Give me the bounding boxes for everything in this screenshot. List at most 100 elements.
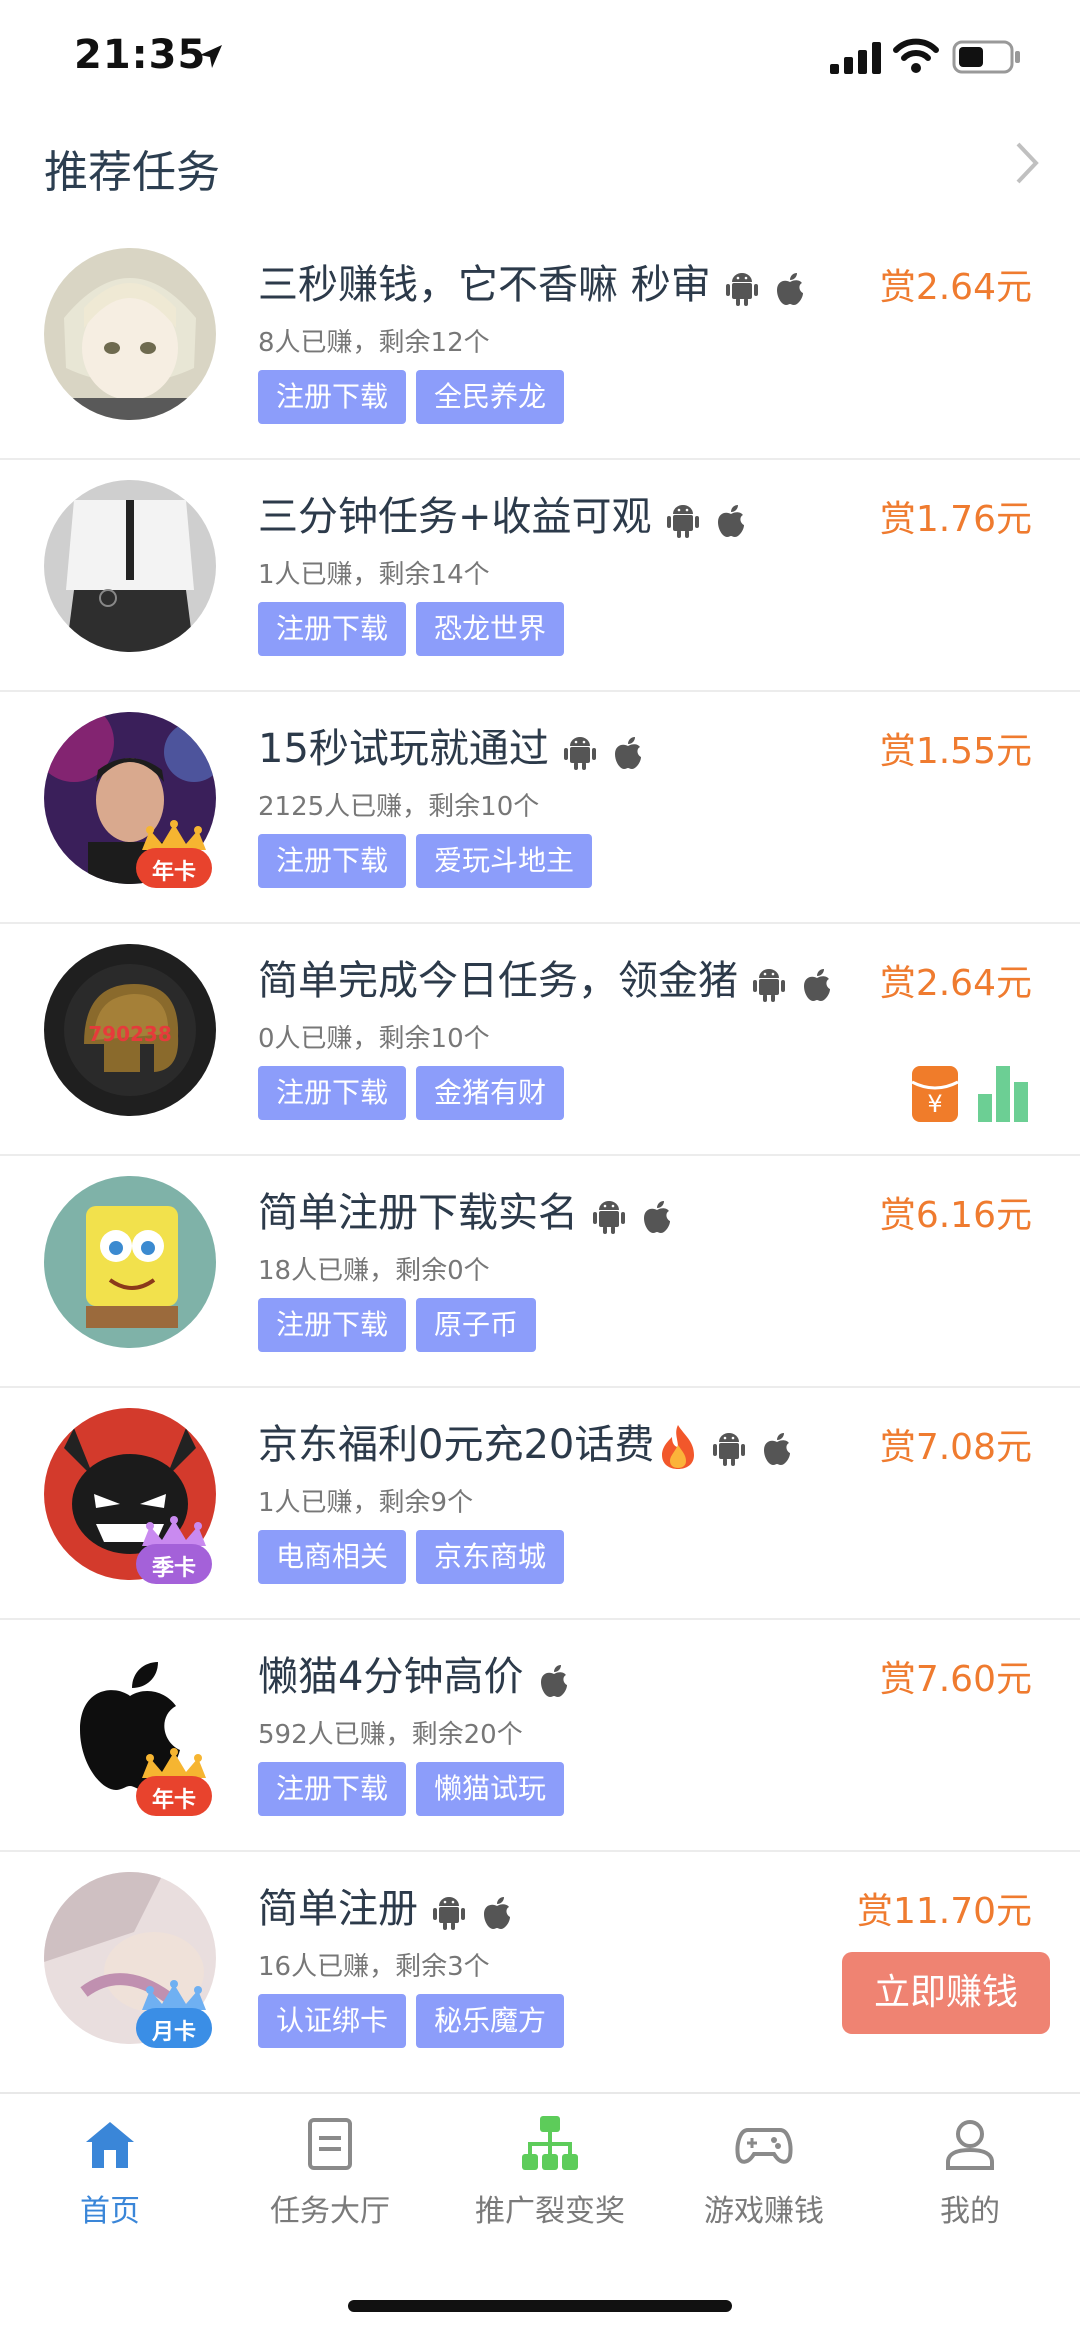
network-icon: [522, 2116, 578, 2170]
platform-icons: [725, 264, 821, 310]
tag: 全民养龙: [416, 370, 565, 424]
reward-amount: 赏11.70元: [856, 1891, 1032, 1932]
reward-amount: 赏7.60元: [879, 1659, 1032, 1700]
tag: 原子币: [416, 1298, 537, 1352]
task-meta: 8人已赚，剩余12个: [258, 328, 490, 358]
document-icon: [308, 2118, 352, 2170]
tag: 注册下载: [258, 602, 407, 656]
task-title: 三分钟任务+收益可观: [258, 484, 762, 542]
tag-list: 注册下载 原子币: [258, 1298, 546, 1352]
android-icon: [712, 1431, 746, 1467]
section-header: 推荐任务: [0, 118, 1080, 228]
android-icon: [752, 967, 786, 1003]
tag: 认证绑卡: [258, 1994, 407, 2048]
task-title-text: 三分钟任务+收益可观: [258, 494, 652, 540]
user-icon: [946, 2120, 994, 2170]
android-icon: [725, 271, 759, 307]
task-row[interactable]: 三分钟任务+收益可观 1人已赚，剩余14个 注册下载 恐龙世界 赏1.76元: [0, 460, 1080, 692]
tab-mine[interactable]: 我的: [862, 2114, 1078, 2254]
apple-icon: [480, 1895, 514, 1931]
tab-referral-reward[interactable]: 推广裂变奖: [442, 2114, 658, 2254]
tab-game-earn[interactable]: 游戏赚钱: [656, 2114, 872, 2254]
task-title-text: 简单注册下载实名: [258, 1190, 578, 1236]
home-indicator: [348, 2300, 732, 2312]
badge-label: 月卡: [151, 2020, 196, 2045]
task-title-text: 京东福利0元充20话费: [258, 1422, 655, 1468]
tag-list: 认证绑卡 秘乐魔方: [258, 1994, 574, 2048]
tab-label: 首页: [80, 2194, 140, 2229]
android-icon: [592, 1199, 626, 1235]
tab-label: 我的: [940, 2194, 1000, 2229]
avatar: [44, 480, 216, 652]
android-icon: [666, 503, 700, 539]
task-row[interactable]: 790238 简单完成今日任务，领金猪 0人已赚，剩余10个 注册下载 金猪有财 …: [0, 924, 1080, 1156]
apple-icon: [800, 967, 834, 1003]
task-meta: 592人已赚，剩余20个: [258, 1720, 523, 1750]
task-title: 懒猫4分钟高价: [258, 1644, 585, 1702]
apple-icon: [773, 271, 807, 307]
apple-icon: [611, 735, 645, 771]
task-row[interactable]: 年卡 懒猫4分钟高价 592人已赚，剩余20个 注册下载 懒猫试玩 赏7.60元: [0, 1620, 1080, 1852]
task-title: 简单完成今日任务，领金猪: [258, 948, 848, 1006]
task-meta: 2125人已赚，剩余10个: [258, 792, 540, 822]
avatar: [44, 248, 216, 420]
wifi-icon: [893, 38, 939, 73]
tag-list: 注册下载 全民养龙: [258, 370, 574, 424]
tag: 注册下载: [258, 1762, 407, 1816]
cellular-signal-icon: [830, 42, 881, 74]
task-list: 三秒赚钱，它不香嘛 秒审 8人已赚，剩余12个 注册下载 全民养龙 赏2.64元 …: [0, 228, 1080, 2084]
tag: 注册下载: [258, 834, 407, 888]
gamepad-icon: [735, 2128, 793, 2164]
tag: 懒猫试玩: [416, 1762, 565, 1816]
tag: 金猪有财: [416, 1066, 565, 1120]
task-meta: 0人已赚，剩余10个: [258, 1024, 490, 1054]
tag-list: 注册下载 金猪有财: [258, 1066, 574, 1120]
task-row[interactable]: 年卡 15秒试玩就通过 2125人已赚，剩余10个 注册下载 爱玩斗地主 赏1.5…: [0, 692, 1080, 924]
status-bar: 21:35: [0, 0, 1080, 118]
tab-label: 推广裂变奖: [475, 2194, 625, 2229]
reward-amount: 赏2.64元: [879, 963, 1032, 1004]
task-row[interactable]: 三秒赚钱，它不香嘛 秒审 8人已赚，剩余12个 注册下载 全民养龙 赏2.64元: [0, 228, 1080, 460]
location-arrow-icon: [200, 45, 222, 68]
tab-task-hall[interactable]: 任务大厅: [222, 2114, 438, 2254]
tag: 爱玩斗地主: [416, 834, 593, 888]
task-title-text: 简单注册: [258, 1886, 418, 1932]
tag: 秘乐魔方: [416, 1994, 565, 2048]
apple-icon: [760, 1431, 794, 1467]
tag-list: 注册下载 懒猫试玩: [258, 1762, 574, 1816]
task-title: 三秒赚钱，它不香嘛 秒审: [258, 252, 821, 310]
badge-label: 年卡: [151, 1788, 196, 1813]
task-title-text: 简单完成今日任务，领金猪: [258, 958, 738, 1004]
tag: 注册下载: [258, 370, 407, 424]
reward-amount: 赏6.16元: [879, 1195, 1032, 1236]
tab-label: 任务大厅: [270, 2194, 390, 2229]
task-title: 京东福利0元充20话费: [258, 1412, 808, 1471]
task-row[interactable]: 季卡 京东福利0元充20话费 1人已赚，剩余9个 电商相关 京东商城 赏7.08元: [0, 1388, 1080, 1620]
svg-text:¥: ¥: [927, 1090, 942, 1118]
page-title: 推荐任务: [44, 147, 220, 198]
chevron-right-icon[interactable]: [1010, 138, 1044, 188]
platform-icons: [592, 1192, 688, 1238]
tag-list: 电商相关 京东商城: [258, 1530, 574, 1584]
tag: 注册下载: [258, 1298, 407, 1352]
reward-amount: 赏7.08元: [879, 1427, 1032, 1468]
task-meta: 16人已赚，剩余3个: [258, 1952, 490, 1982]
task-title: 简单注册: [258, 1876, 528, 1934]
tab-label: 游戏赚钱: [704, 2194, 824, 2229]
platform-icons: [432, 1888, 528, 1934]
platform-icons: [537, 1656, 585, 1702]
extra-icons: ¥: [911, 1066, 1028, 1122]
avatar: [44, 1176, 216, 1348]
tag: 注册下载: [258, 1066, 407, 1120]
tag: 电商相关: [258, 1530, 407, 1584]
earn-now-button[interactable]: 立即赚钱: [842, 1952, 1050, 2034]
fire-icon: [662, 1425, 695, 1469]
bar-chart-icon: [978, 1066, 1028, 1122]
apple-icon: [537, 1663, 571, 1699]
battery-icon: [952, 40, 1020, 74]
platform-icons: [666, 496, 762, 542]
tab-home[interactable]: 首页: [2, 2114, 218, 2254]
task-row[interactable]: 简单注册下载实名 18人已赚，剩余0个 注册下载 原子币 赏6.16元: [0, 1156, 1080, 1388]
platform-icons: [712, 1424, 808, 1470]
red-packet-icon: ¥: [911, 1066, 959, 1122]
